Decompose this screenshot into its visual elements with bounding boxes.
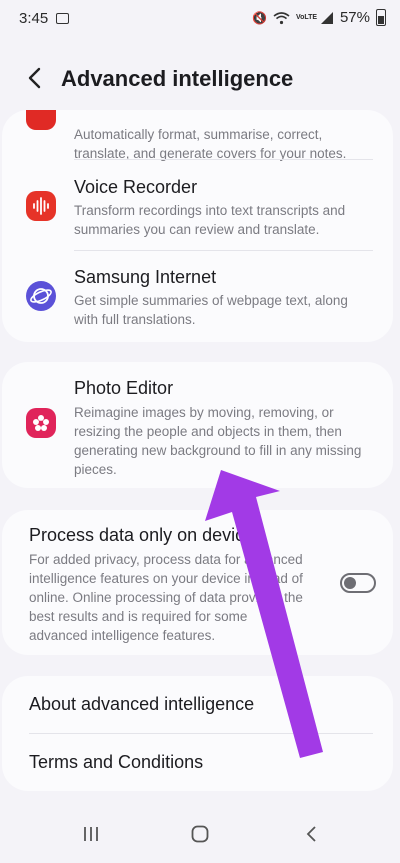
- process-data-description: For added privacy, process data for adva…: [29, 552, 303, 643]
- battery-percent: 57%: [339, 9, 370, 26]
- feature-row-photo-editor[interactable]: Photo Editor Reimagine images by moving,…: [2, 362, 393, 488]
- back-icon[interactable]: [303, 824, 321, 844]
- features-card: Automatically format, summarise, correct…: [2, 110, 393, 342]
- feature-description: Get simple summaries of webpage text, al…: [74, 293, 348, 327]
- status-time: 3:45: [19, 10, 49, 27]
- links-card: About advanced intelligence Terms and Co…: [2, 676, 393, 791]
- about-label: About advanced intelligence: [29, 694, 255, 714]
- process-data-card: Process data only on device For added pr…: [2, 510, 393, 655]
- terms-label: Terms and Conditions: [29, 752, 204, 772]
- feature-name: Samsung Internet: [74, 267, 217, 287]
- process-data-title: Process data only on device: [29, 525, 255, 545]
- voice-recorder-icon: [26, 191, 56, 221]
- photo-editor-icon: [26, 408, 56, 438]
- signal-icon: [320, 11, 333, 24]
- feature-name: Voice Recorder: [74, 177, 198, 197]
- feature-row-voice-recorder[interactable]: Voice Recorder Transform recordings into…: [2, 160, 393, 250]
- process-data-row[interactable]: Process data only on device For added pr…: [2, 510, 393, 655]
- recents-icon[interactable]: [82, 824, 100, 844]
- terms-row[interactable]: Terms and Conditions: [2, 734, 393, 791]
- page-title: Advanced intelligence: [61, 66, 294, 91]
- feature-description: Transform recordings into text transcrip…: [74, 203, 346, 237]
- mute-icon: 🔇: [252, 10, 267, 25]
- battery-icon: [376, 9, 386, 26]
- samsung-internet-icon: [26, 281, 56, 311]
- status-bar: 3:45 🔇 VoLTE 57%: [0, 0, 400, 40]
- header: Advanced intelligence: [0, 52, 400, 108]
- feature-row-samsung-notes[interactable]: Automatically format, summarise, correct…: [2, 110, 393, 162]
- home-icon[interactable]: [190, 824, 210, 844]
- about-row[interactable]: About advanced intelligence: [2, 676, 393, 732]
- feature-row-samsung-internet[interactable]: Samsung Internet Get simple summaries of…: [2, 251, 393, 342]
- back-arrow-icon[interactable]: [24, 64, 48, 92]
- wifi-icon: [273, 11, 290, 24]
- photo-editor-card: Photo Editor Reimagine images by moving,…: [2, 362, 393, 488]
- feature-description: Automatically format, summarise, correct…: [74, 127, 347, 161]
- feature-description: Reimagine images by moving, removing, or…: [74, 405, 362, 477]
- toggle-knob: [344, 577, 356, 589]
- gallery-notification-icon: [56, 13, 69, 24]
- volte-label: VoLTE: [295, 14, 318, 21]
- navigation-bar: [0, 810, 400, 863]
- feature-name: Photo Editor: [74, 378, 174, 398]
- process-data-toggle[interactable]: [340, 573, 376, 593]
- notes-icon: [26, 110, 56, 130]
